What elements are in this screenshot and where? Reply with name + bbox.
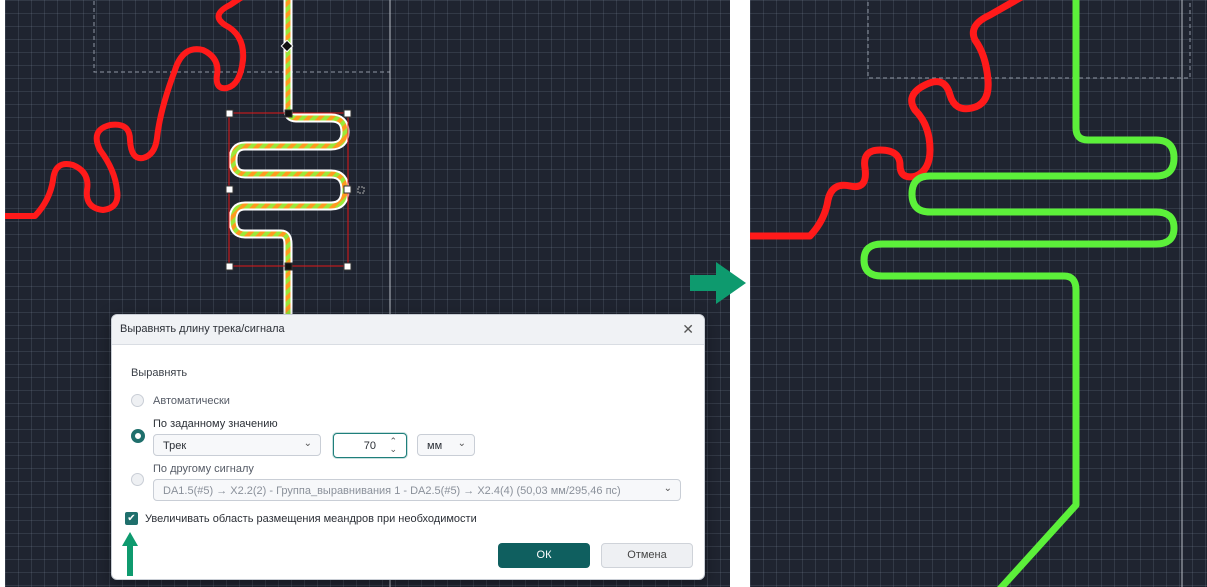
- spinner-arrows-icon[interactable]: ⌃ ⌄: [389, 437, 397, 454]
- cancel-button[interactable]: Отмена: [601, 543, 693, 568]
- board-outline-dashed: [867, 0, 1191, 79]
- unit-select[interactable]: мм ⌄: [417, 434, 475, 456]
- radio-by-value[interactable]: [131, 429, 145, 443]
- pcb-canvas-after[interactable]: [750, 0, 1207, 587]
- red-meander-track[interactable]: [750, 0, 1025, 240]
- close-icon[interactable]: ✕: [682, 321, 694, 338]
- radio-by-signal-label: По другому сигналу: [153, 463, 254, 475]
- length-value-input[interactable]: 70 ⌃ ⌄: [333, 433, 407, 458]
- chevron-down-icon: ⌄: [663, 483, 672, 494]
- pcb-layout-after: [750, 0, 1191, 587]
- length-value: 70: [363, 440, 376, 452]
- track-type-select[interactable]: Трек ⌄: [153, 434, 321, 456]
- dialog-title: Выравнять длину трека/сигнала: [120, 323, 285, 335]
- radio-by-signal[interactable]: [131, 473, 144, 486]
- reference-signal-select[interactable]: DA1.5(#5) → X2.2(2) - Группа_выравнивани…: [153, 479, 681, 501]
- arrow-up-icon: [122, 532, 138, 576]
- chevron-down-icon: ⌄: [457, 438, 466, 449]
- track-type-value: Трек: [163, 440, 187, 452]
- checkmark-icon: ✔: [127, 513, 136, 524]
- reference-signal-value: DA1.5(#5) → X2.2(2) - Группа_выравнивани…: [163, 485, 621, 497]
- radio-by-value-label: По заданному значению: [153, 418, 278, 430]
- red-meander-track[interactable]: [5, 0, 247, 219]
- length-tuning-dialog: Выравнять длину трека/сигнала ✕ Выравнят…: [111, 314, 705, 580]
- expand-area-label: Увеличивать область размещения меандров …: [145, 513, 477, 525]
- green-meander-track[interactable]: [860, 0, 1178, 587]
- chevron-down-icon: ⌄: [303, 438, 312, 449]
- dialog-titlebar[interactable]: Выравнять длину трека/сигнала ✕: [112, 315, 704, 345]
- handle-ghost: [357, 186, 365, 194]
- radio-auto-label: Автоматически: [153, 395, 230, 407]
- section-label: Выравнять: [131, 367, 188, 379]
- ok-button[interactable]: ОК: [498, 543, 590, 568]
- transition-arrow-icon: [690, 262, 746, 304]
- unit-value: мм: [427, 440, 443, 452]
- expand-area-checkbox[interactable]: ✔: [125, 512, 138, 525]
- radio-auto[interactable]: [131, 394, 144, 407]
